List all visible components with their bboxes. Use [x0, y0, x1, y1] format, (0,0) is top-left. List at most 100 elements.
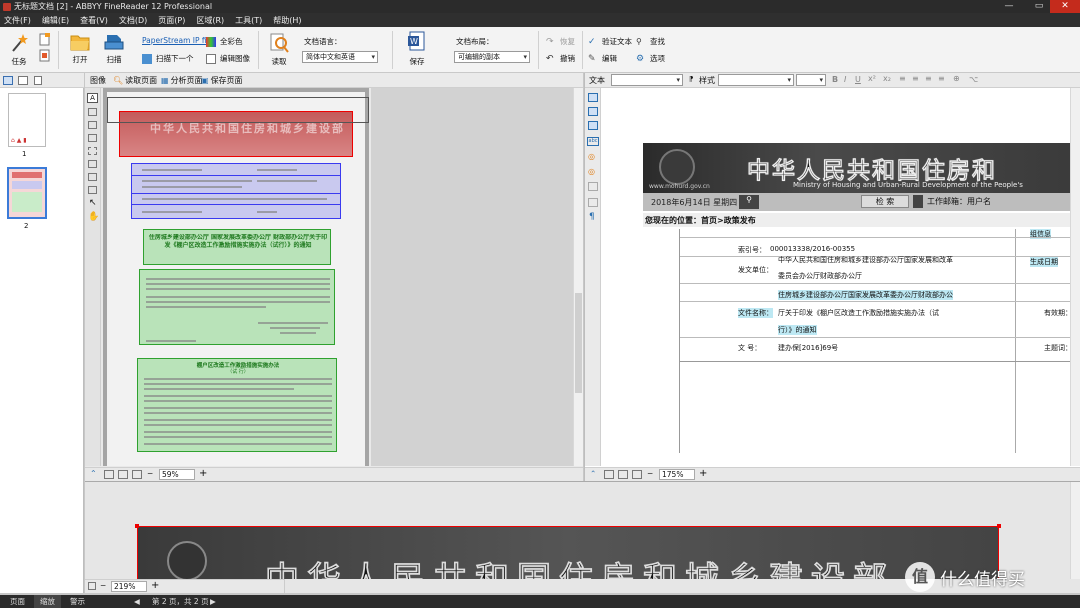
pointer-icon[interactable]: ↖ — [89, 198, 97, 208]
page-image[interactable]: 中华人民共和国住房和城乡建设部 住房城乡建设部办公厅 国家发展改革委办公厅 财政… — [103, 88, 369, 466]
maximize-button[interactable]: ▭ — [1028, 0, 1050, 13]
close-button[interactable]: ✕ — [1050, 0, 1080, 13]
picture-toggle-icon[interactable] — [588, 182, 598, 191]
menu-document[interactable]: 文档(D) — [119, 15, 147, 26]
find-button[interactable]: ⚲ 查找 — [636, 36, 665, 47]
style-select[interactable] — [718, 74, 794, 86]
restore-button[interactable]: ↷ 恢复 — [546, 36, 575, 47]
fit-height-icon[interactable] — [132, 470, 142, 479]
image-vertical-scrollbar[interactable] — [573, 88, 583, 466]
attachment-zone[interactable]: 棚户区改造工作激励措施实施办法 （试 行） — [137, 358, 337, 452]
thumbnail-view-icon[interactable] — [3, 76, 13, 85]
text-zoom-select[interactable]: 175% — [659, 469, 695, 480]
zoom-pane-select[interactable]: 219% — [111, 581, 147, 592]
next-page-button[interactable]: ▶ — [204, 595, 222, 608]
background-area-tool-icon[interactable] — [88, 147, 97, 155]
edit-image-button[interactable]: 编辑图像 — [206, 53, 250, 64]
search-text-icon[interactable]: ◎ — [588, 152, 595, 161]
menu-help[interactable]: 帮助(H) — [273, 15, 301, 26]
bookmark-icon[interactable] — [588, 121, 598, 130]
info-table-zone[interactable] — [131, 163, 341, 219]
zoom-fit-icon[interactable] — [88, 582, 96, 590]
scan-button[interactable]: 扫描 — [102, 33, 126, 65]
collapse-icon[interactable]: ⌃ — [90, 469, 97, 478]
text-vertical-scrollbar[interactable] — [1070, 88, 1080, 466]
status-tab-page[interactable]: 页面 — [4, 595, 31, 608]
scanner-select[interactable]: PaperStream IP fi... — [142, 36, 214, 45]
text-zoom-out-button[interactable]: − — [647, 469, 653, 478]
recognized-text-area[interactable]: 中华人民共和国住房和 Ministry of Housing and Urban… — [643, 143, 1080, 466]
options-button[interactable]: ⚙ 选项 — [636, 53, 665, 64]
edit-button[interactable]: ✎ 编辑 — [588, 53, 617, 64]
zoom-out-button[interactable]: − — [147, 469, 153, 478]
scan-next-button[interactable]: 扫描下一个 — [142, 53, 194, 64]
text-font-select[interactable] — [611, 74, 683, 86]
zone-handle-left[interactable] — [135, 524, 139, 528]
selection-rectangle[interactable] — [107, 97, 369, 123]
save-page-button[interactable]: ▣ 保存页面 — [201, 75, 243, 86]
task-button[interactable]: 任务 — [6, 33, 32, 67]
text-area-tool-icon[interactable]: A — [87, 93, 98, 103]
open-button[interactable]: 打开 — [68, 33, 92, 65]
verify-text-button[interactable]: ✓ 验证文本 — [588, 36, 632, 47]
thumbnail-page-2[interactable] — [7, 167, 47, 219]
zone-handle-right[interactable] — [997, 524, 1001, 528]
menu-page[interactable]: 页面(P) — [158, 15, 185, 26]
menu-file[interactable]: 文件(F) — [4, 15, 31, 26]
menu-tools[interactable]: 工具(T) — [235, 15, 262, 26]
notice-body-zone[interactable] — [139, 269, 335, 345]
superscript-button[interactable]: x² — [868, 74, 876, 83]
text-fit-page-icon[interactable] — [604, 470, 614, 479]
text-props-icon[interactable] — [588, 107, 598, 116]
pilcrow-icon[interactable]: ¶ — [589, 212, 595, 222]
previous-error-icon[interactable]: ◎ — [588, 167, 595, 176]
text-fit-height-icon[interactable] — [632, 470, 642, 479]
fit-page-icon[interactable] — [104, 470, 114, 479]
barcode-area-tool-icon[interactable] — [88, 134, 97, 142]
text-fit-width-icon[interactable] — [618, 470, 628, 479]
details-view-icon[interactable] — [18, 76, 28, 85]
hand-icon[interactable]: ✋ — [88, 212, 99, 222]
align-right-icon[interactable]: ≡ — [925, 74, 932, 83]
bold-button[interactable]: B — [832, 75, 838, 84]
zoom-pane-out-button[interactable]: − — [100, 581, 106, 590]
italic-button[interactable]: I — [844, 75, 846, 84]
align-left-icon[interactable]: ≡ — [899, 74, 906, 83]
zoom-pane-in-button[interactable]: + — [151, 580, 159, 591]
page-properties-icon[interactable] — [34, 76, 42, 85]
zoom-red-zone[interactable] — [137, 526, 999, 579]
picture-area-tool-icon[interactable] — [88, 108, 97, 116]
full-color-button[interactable]: 全彩色 — [206, 36, 243, 47]
undo-button[interactable]: ↶ 撤销 — [546, 53, 575, 64]
menu-area[interactable]: 区域(R) — [196, 15, 224, 26]
image-zoom-select[interactable]: 59% — [159, 469, 195, 480]
abc-icon[interactable]: abc — [587, 137, 599, 146]
underline-button[interactable]: U — [855, 75, 861, 84]
text-collapse-icon[interactable]: ⌃ — [590, 469, 596, 478]
justify-icon[interactable]: ≡ — [938, 74, 945, 83]
table-toggle-icon[interactable] — [588, 198, 598, 207]
thumbnail-page-1[interactable]: ⌂ ▲ ▮ — [8, 93, 46, 147]
menu-view[interactable]: 查看(V) — [80, 15, 108, 26]
menu-edit[interactable]: 编辑(E) — [42, 15, 69, 26]
add-area-tool-icon[interactable] — [88, 160, 97, 168]
align-center-icon[interactable]: ≡ — [912, 74, 919, 83]
text-zoom-in-button[interactable]: + — [699, 468, 707, 479]
status-tab-warning[interactable]: 警示 — [64, 595, 91, 608]
table-area-tool-icon[interactable] — [88, 121, 97, 129]
read-page-button[interactable]: 🔍︎ 读取页面 — [113, 75, 157, 86]
prev-page-button[interactable]: ◀ — [128, 595, 146, 608]
status-tab-zoom[interactable]: 缩放 — [34, 595, 61, 608]
zoom-in-button[interactable]: + — [199, 468, 207, 479]
cut-area-tool-icon[interactable] — [88, 173, 97, 181]
zoom-vertical-scrollbar[interactable] — [1070, 482, 1080, 579]
save-button[interactable]: W 保存 — [402, 31, 432, 67]
insert-symbol-icon[interactable]: ⌥ — [969, 75, 978, 84]
notice-title-zone[interactable]: 住房城乡建设部办公厅 国家发展改革委办公厅 财政部办公厅关于印发《棚户区改造工作… — [143, 229, 331, 265]
doc-language-select[interactable]: 简体中文和英语 — [302, 51, 378, 63]
read-button[interactable]: 读取 — [266, 33, 292, 67]
new-task-buttons[interactable] — [38, 33, 52, 67]
analyze-page-button[interactable]: ▦ 分析页面 — [161, 75, 203, 86]
verify-icon[interactable] — [588, 93, 598, 102]
layout-select[interactable]: 可编辑的副本 — [454, 51, 530, 63]
